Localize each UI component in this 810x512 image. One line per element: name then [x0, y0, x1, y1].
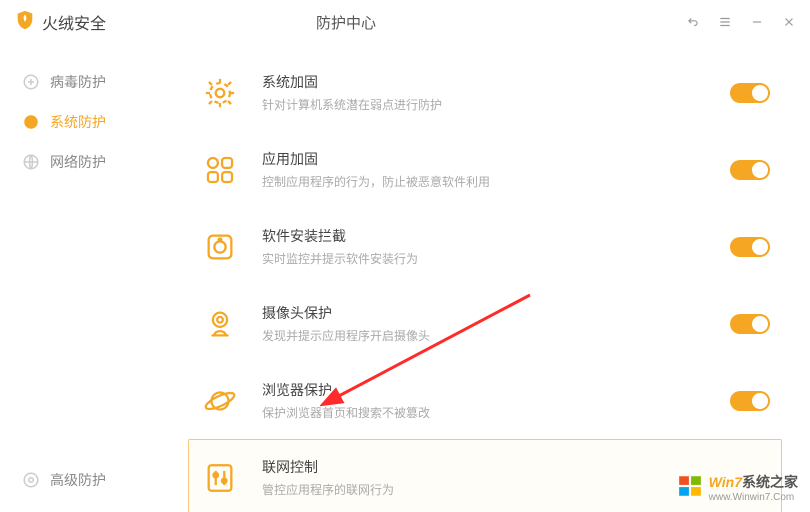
setting-row-install-block: 软件安装拦截 实时监控并提示软件安装行为	[188, 208, 782, 285]
row-title: 应用加固	[262, 149, 708, 169]
gear-circle-icon	[22, 471, 40, 489]
globe-icon	[22, 153, 40, 171]
titlebar: 火绒安全 防护中心	[0, 0, 810, 44]
sidebar: 病毒防护 系统防护 网络防护 高级防护	[0, 44, 160, 512]
sidebar-item-label: 病毒防护	[50, 72, 106, 92]
setting-row-app-reinforce: 应用加固 控制应用程序的行为，防止被恶意软件利用	[188, 131, 782, 208]
toggle-switch[interactable]	[730, 314, 770, 334]
menu-icon[interactable]	[718, 15, 732, 29]
apps-icon	[200, 150, 240, 190]
camera-icon	[200, 304, 240, 344]
package-icon	[200, 227, 240, 267]
plus-circle-icon	[22, 73, 40, 91]
sidebar-item-label: 高级防护	[50, 470, 106, 490]
row-desc: 实时监控并提示软件安装行为	[262, 250, 708, 267]
row-title: 系统加固	[262, 72, 708, 92]
toggle-switch[interactable]	[730, 391, 770, 411]
row-desc: 发现并提示应用程序开启摄像头	[262, 327, 708, 344]
sidebar-item-network[interactable]: 网络防护	[0, 142, 160, 182]
sliders-icon	[200, 458, 240, 498]
planet-icon	[200, 381, 240, 421]
setting-row-system-reinforce: 系统加固 针对计算机系统潜在弱点进行防护	[188, 54, 782, 131]
row-title: 摄像头保护	[262, 303, 708, 323]
gear-icon	[200, 73, 240, 113]
setting-row-browser: 浏览器保护 保护浏览器首页和搜索不被篡改	[188, 362, 782, 439]
row-title: 浏览器保护	[262, 380, 708, 400]
shield-circle-icon	[22, 113, 40, 131]
toggle-switch[interactable]	[730, 237, 770, 257]
sidebar-item-label: 网络防护	[50, 152, 106, 172]
setting-row-camera: 摄像头保护 发现并提示应用程序开启摄像头	[188, 285, 782, 362]
watermark: Win7系统之家 www.Winwin7.Com	[677, 473, 798, 504]
row-title: 软件安装拦截	[262, 226, 708, 246]
sidebar-item-system[interactable]: 系统防护	[0, 102, 160, 142]
row-desc: 针对计算机系统潜在弱点进行防护	[262, 96, 708, 113]
sidebar-item-advanced[interactable]: 高级防护	[0, 460, 160, 500]
sidebar-item-label: 系统防护	[50, 112, 106, 132]
sidebar-item-virus[interactable]: 病毒防护	[0, 62, 160, 102]
back-icon[interactable]	[686, 15, 700, 29]
minimize-icon[interactable]	[750, 15, 764, 29]
toggle-switch[interactable]	[730, 160, 770, 180]
windows-logo-icon	[677, 473, 703, 503]
page-title: 防护中心	[6, 12, 686, 33]
close-icon[interactable]	[782, 15, 796, 29]
row-desc: 控制应用程序的行为，防止被恶意软件利用	[262, 173, 708, 190]
toggle-switch[interactable]	[730, 83, 770, 103]
row-desc: 保护浏览器首页和搜索不被篡改	[262, 404, 708, 421]
main-panel: 系统加固 针对计算机系统潜在弱点进行防护 应用加固 控制应用程序的行为，防止被恶…	[160, 44, 810, 512]
window-controls	[686, 15, 796, 29]
